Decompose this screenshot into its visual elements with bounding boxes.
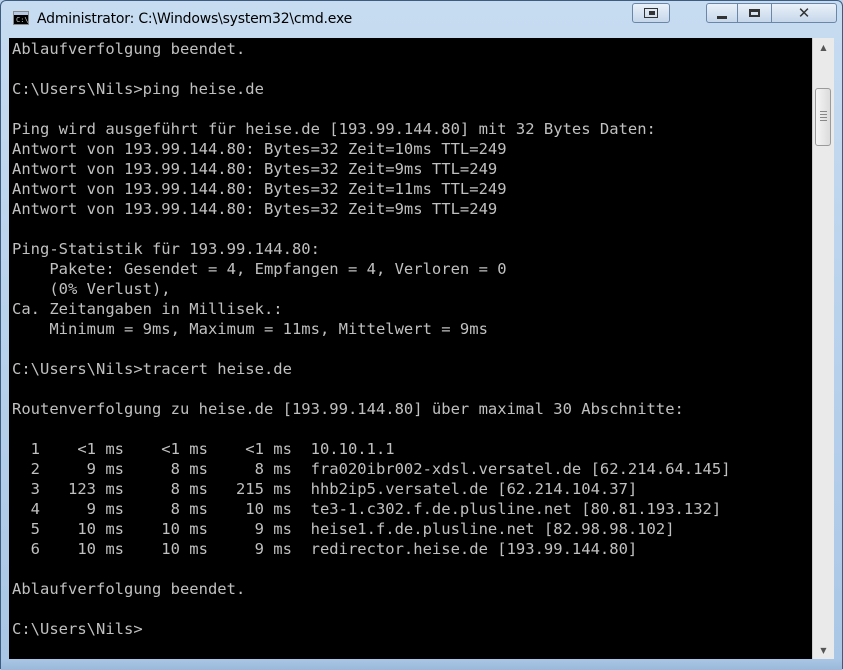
console-line: C:\Users\Nils> bbox=[12, 620, 143, 638]
scroll-up-arrow[interactable]: ▲ bbox=[813, 38, 834, 56]
minimize-button[interactable] bbox=[706, 3, 738, 23]
cmd-icon-text: C:\ bbox=[16, 16, 29, 24]
console-line: C:\Users\Nils>tracert heise.de bbox=[12, 360, 292, 378]
console-line: Ca. Zeitangaben in Millisek.: bbox=[12, 300, 283, 318]
console-text[interactable]: Ablaufverfolgung beendet. C:\Users\Nils>… bbox=[12, 39, 731, 639]
window-title: Administrator: C:\Windows\system32\cmd.e… bbox=[37, 11, 353, 27]
extra-caption-button[interactable] bbox=[632, 3, 670, 23]
console-line: Antwort von 193.99.144.80: Bytes=32 Zeit… bbox=[12, 140, 507, 158]
console-line: 5 10 ms 10 ms 9 ms heise1.f.de.plusline.… bbox=[12, 520, 675, 538]
console-line: Antwort von 193.99.144.80: Bytes=32 Zeit… bbox=[12, 200, 498, 218]
console-line: 1 <1 ms <1 ms <1 ms 10.10.1.1 bbox=[12, 440, 395, 458]
cmd-window: C:\ Administrator: C:\Windows\system32\c… bbox=[0, 0, 843, 670]
close-icon: ✕ bbox=[797, 3, 811, 22]
thumb-grip-icon bbox=[820, 111, 827, 122]
console-line: Ablaufverfolgung beendet. bbox=[12, 40, 246, 58]
console-line: Antwort von 193.99.144.80: Bytes=32 Zeit… bbox=[12, 160, 498, 178]
console-line: Ping wird ausgeführt für heise.de [193.9… bbox=[12, 120, 656, 138]
cmd-icon[interactable]: C:\ bbox=[13, 11, 29, 25]
restore-icon bbox=[644, 8, 658, 18]
title-bar[interactable]: C:\ Administrator: C:\Windows\system32\c… bbox=[1, 1, 842, 37]
minimize-icon bbox=[717, 15, 727, 19]
maximize-icon bbox=[749, 9, 760, 17]
scroll-down-arrow[interactable]: ▼ bbox=[813, 641, 834, 659]
console-line: Ablaufverfolgung beendet. bbox=[12, 580, 246, 598]
scroll-thumb[interactable] bbox=[815, 88, 831, 146]
console-line: 6 10 ms 10 ms 9 ms redirector.heise.de [… bbox=[12, 540, 638, 558]
console-line: Minimum = 9ms, Maximum = 11ms, Mittelwer… bbox=[12, 320, 488, 338]
console-line: 3 123 ms 8 ms 215 ms hhb2ip5.versatel.de… bbox=[12, 480, 638, 498]
console-output[interactable]: Ablaufverfolgung beendet. C:\Users\Nils>… bbox=[9, 38, 812, 659]
vertical-scrollbar[interactable]: ▲ ▼ bbox=[812, 38, 834, 659]
console-line: Routenverfolgung zu heise.de [193.99.144… bbox=[12, 400, 684, 418]
console-line: C:\Users\Nils>ping heise.de bbox=[12, 80, 264, 98]
maximize-button[interactable] bbox=[737, 3, 772, 23]
console-line: 4 9 ms 8 ms 10 ms te3-1.c302.f.de.plusli… bbox=[12, 500, 722, 518]
console-line: Ping-Statistik für 193.99.144.80: bbox=[12, 240, 320, 258]
console-line: (0% Verlust), bbox=[12, 280, 171, 298]
console-line: Pakete: Gesendet = 4, Empfangen = 4, Ver… bbox=[12, 260, 507, 278]
window-bottom-frame bbox=[1, 659, 842, 670]
console-line: Antwort von 193.99.144.80: Bytes=32 Zeit… bbox=[12, 180, 507, 198]
console-line: 2 9 ms 8 ms 8 ms fra020ibr002-xdsl.versa… bbox=[12, 460, 731, 478]
close-button[interactable]: ✕ bbox=[771, 3, 837, 23]
